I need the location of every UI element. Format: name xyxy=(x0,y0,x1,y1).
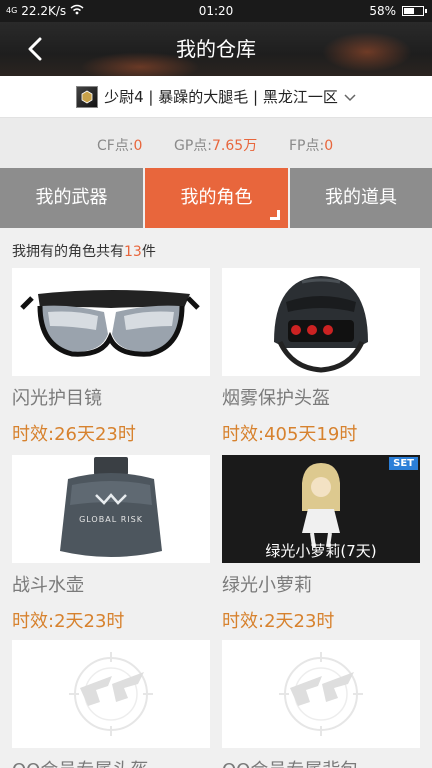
tab-weapons[interactable]: 我的武器 xyxy=(0,168,143,228)
cf-logo-icon xyxy=(69,652,153,736)
account-selector[interactable]: 少尉4 | 暴躁的大腿毛 | 黑龙江一区 xyxy=(0,76,432,118)
character-caption: 绿光小萝莉(7天) xyxy=(265,542,377,560)
fp-points: FP点:0 xyxy=(289,135,333,155)
item-name: QQ会员专属头盔 xyxy=(12,756,148,768)
canteen-icon xyxy=(60,457,162,557)
item-duration: 时效:2天23时 xyxy=(12,611,125,632)
cf-points-label: CF点: xyxy=(97,138,134,154)
item-thumbnail xyxy=(222,268,420,376)
helmet-icon xyxy=(274,276,368,373)
cf-points: CF点:0 xyxy=(97,135,142,155)
battery-percent: 58% xyxy=(369,4,396,18)
item-thumbnail: GLOBAL RISK xyxy=(12,455,210,563)
status-bar: 4G 22.2K/s 01:20 58% xyxy=(0,0,432,22)
page-title: 我的仓库 xyxy=(176,37,256,61)
fp-points-value: 0 xyxy=(324,138,334,154)
goggles-icon xyxy=(20,290,200,357)
chevron-down-icon xyxy=(344,87,356,106)
account-info: 少尉4 | 暴躁的大腿毛 | 黑龙江一区 xyxy=(104,88,338,106)
status-time: 01:20 xyxy=(198,4,234,18)
set-badge: SET xyxy=(389,457,418,470)
app-root: 4G 22.2K/s 01:20 58% 我的仓库 少尉4 | 暴躁的大腿毛 |… xyxy=(0,0,432,768)
item-count-suffix: 件 xyxy=(141,244,156,260)
cf-logo-icon xyxy=(279,652,363,736)
item-name: 绿光小萝莉 xyxy=(222,575,312,596)
battery-icon xyxy=(402,6,427,16)
item-duration: 时效:405天19时 xyxy=(222,424,358,445)
item-name: QQ会员专属背包 xyxy=(222,756,358,768)
item-name: 烟雾保护头盔 xyxy=(222,388,330,409)
back-arrow-icon xyxy=(28,37,42,61)
item-count-prefix: 我拥有的角色共有 xyxy=(12,244,124,260)
gp-points-label: GP点: xyxy=(174,138,213,154)
rank-icon xyxy=(76,85,99,108)
gp-points-value: 7.65万 xyxy=(212,138,258,154)
item-thumbnail xyxy=(12,640,210,748)
fp-points-label: FP点: xyxy=(289,138,325,154)
item-count-number: 13 xyxy=(124,244,142,260)
tab-characters[interactable]: 我的角色 xyxy=(145,168,288,228)
status-right: 58% xyxy=(369,0,427,22)
gp-points: GP点:7.65万 xyxy=(174,135,257,155)
item-count: 我拥有的角色共有13件 xyxy=(12,241,156,261)
item-name: 闪光护目镜 xyxy=(12,388,102,409)
tab-items[interactable]: 我的道具 xyxy=(290,168,432,228)
item-duration: 时效:2天23时 xyxy=(222,611,335,632)
item-duration: 时效:26天23时 xyxy=(12,424,136,445)
corner-marker-icon xyxy=(270,210,280,220)
cf-points-value: 0 xyxy=(133,138,143,154)
item-thumbnail: SET 绿光小萝莉(7天) xyxy=(222,455,420,563)
tab-characters-label: 我的角色 xyxy=(180,187,253,208)
item-thumbnail xyxy=(12,268,210,376)
item-thumbnail xyxy=(222,640,420,748)
item-name: 战斗水壶 xyxy=(12,575,84,596)
canteen-logo-text: GLOBAL RISK xyxy=(79,515,143,524)
tab-bar: 我的武器 我的角色 我的道具 xyxy=(0,168,432,228)
header: 我的仓库 xyxy=(0,22,432,76)
points-bar: CF点:0 GP点:7.65万 FP点:0 xyxy=(0,118,432,168)
back-button[interactable] xyxy=(18,32,52,66)
